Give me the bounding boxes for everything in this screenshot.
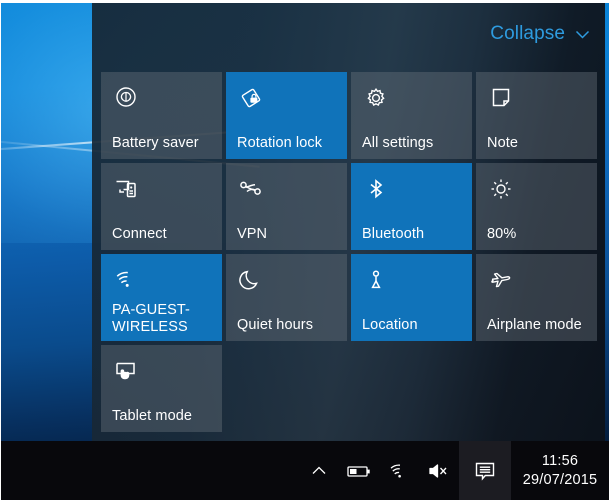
screen: Collapse Battery saver Rotation lock All… — [0, 0, 610, 503]
tile-empty-slot — [351, 345, 472, 432]
clock-time: 11:56 — [541, 452, 579, 469]
tile-label: Airplane mode — [487, 316, 582, 333]
system-tray: 11:56 29/07/2015 — [299, 441, 609, 500]
action-center-panel: Collapse Battery saver Rotation lock All… — [92, 3, 605, 441]
battery-saver-icon — [113, 85, 139, 111]
tile-empty-slot — [226, 345, 347, 432]
bluetooth-icon — [363, 176, 389, 202]
connect-icon — [113, 176, 139, 202]
tile-label: 80% — [487, 225, 517, 242]
tile-label: Rotation lock — [237, 134, 323, 151]
note-icon — [488, 85, 514, 111]
rotation-lock-icon — [238, 85, 264, 111]
action-center-icon[interactable] — [459, 441, 511, 500]
tile-brightness[interactable]: 80% — [476, 163, 597, 250]
vpn-icon — [238, 176, 264, 202]
tile-vpn[interactable]: VPN — [226, 163, 347, 250]
tile-wifi[interactable]: PA-GUEST-WIRELESS — [101, 254, 222, 341]
collapse-button[interactable]: Collapse — [490, 23, 591, 45]
tile-all-settings[interactable]: All settings — [351, 72, 472, 159]
brightness-icon — [488, 176, 514, 202]
tile-rotation-lock[interactable]: Rotation lock — [226, 72, 347, 159]
chevron-down-icon — [574, 26, 591, 43]
wifi-icon — [113, 267, 139, 293]
location-icon — [363, 267, 389, 293]
clock-date: 29/07/2015 — [522, 471, 598, 488]
tile-label: All settings — [362, 134, 434, 151]
taskbar: 11:56 29/07/2015 — [1, 441, 609, 500]
tile-connect[interactable]: Connect — [101, 163, 222, 250]
tile-note[interactable]: Note — [476, 72, 597, 159]
action-center-header: Collapse — [92, 3, 605, 69]
tile-label: PA-GUEST-WIRELESS — [112, 302, 190, 335]
battery-icon[interactable] — [339, 441, 379, 500]
moon-icon — [238, 267, 264, 293]
airplane-icon — [488, 267, 514, 293]
tile-label: Location — [362, 316, 418, 333]
clock[interactable]: 11:56 29/07/2015 — [511, 441, 609, 500]
volume-muted-icon[interactable] — [419, 441, 459, 500]
tile-label: Connect — [112, 225, 167, 242]
collapse-label: Collapse — [490, 23, 565, 44]
gear-icon — [363, 85, 389, 111]
tile-label: VPN — [237, 225, 268, 242]
show-hidden-icons-chevron-icon[interactable] — [299, 441, 339, 500]
tile-label: Note — [487, 134, 519, 151]
tile-bluetooth[interactable]: Bluetooth — [351, 163, 472, 250]
tile-label: Bluetooth — [362, 225, 425, 242]
tile-label: Tablet mode — [112, 407, 193, 424]
tile-quiet-hours[interactable]: Quiet hours — [226, 254, 347, 341]
tile-battery-saver[interactable]: Battery saver — [101, 72, 222, 159]
tile-label: Battery saver — [112, 134, 199, 151]
tile-tablet-mode[interactable]: Tablet mode — [101, 345, 222, 432]
tablet-mode-icon — [113, 358, 139, 384]
tile-location[interactable]: Location — [351, 254, 472, 341]
tile-empty-slot — [476, 345, 597, 432]
quick-action-tile-grid: Battery saver Rotation lock All settings… — [101, 72, 599, 432]
tile-label: Quiet hours — [237, 316, 314, 333]
tile-airplane-mode[interactable]: Airplane mode — [476, 254, 597, 341]
wifi-icon[interactable] — [379, 441, 419, 500]
